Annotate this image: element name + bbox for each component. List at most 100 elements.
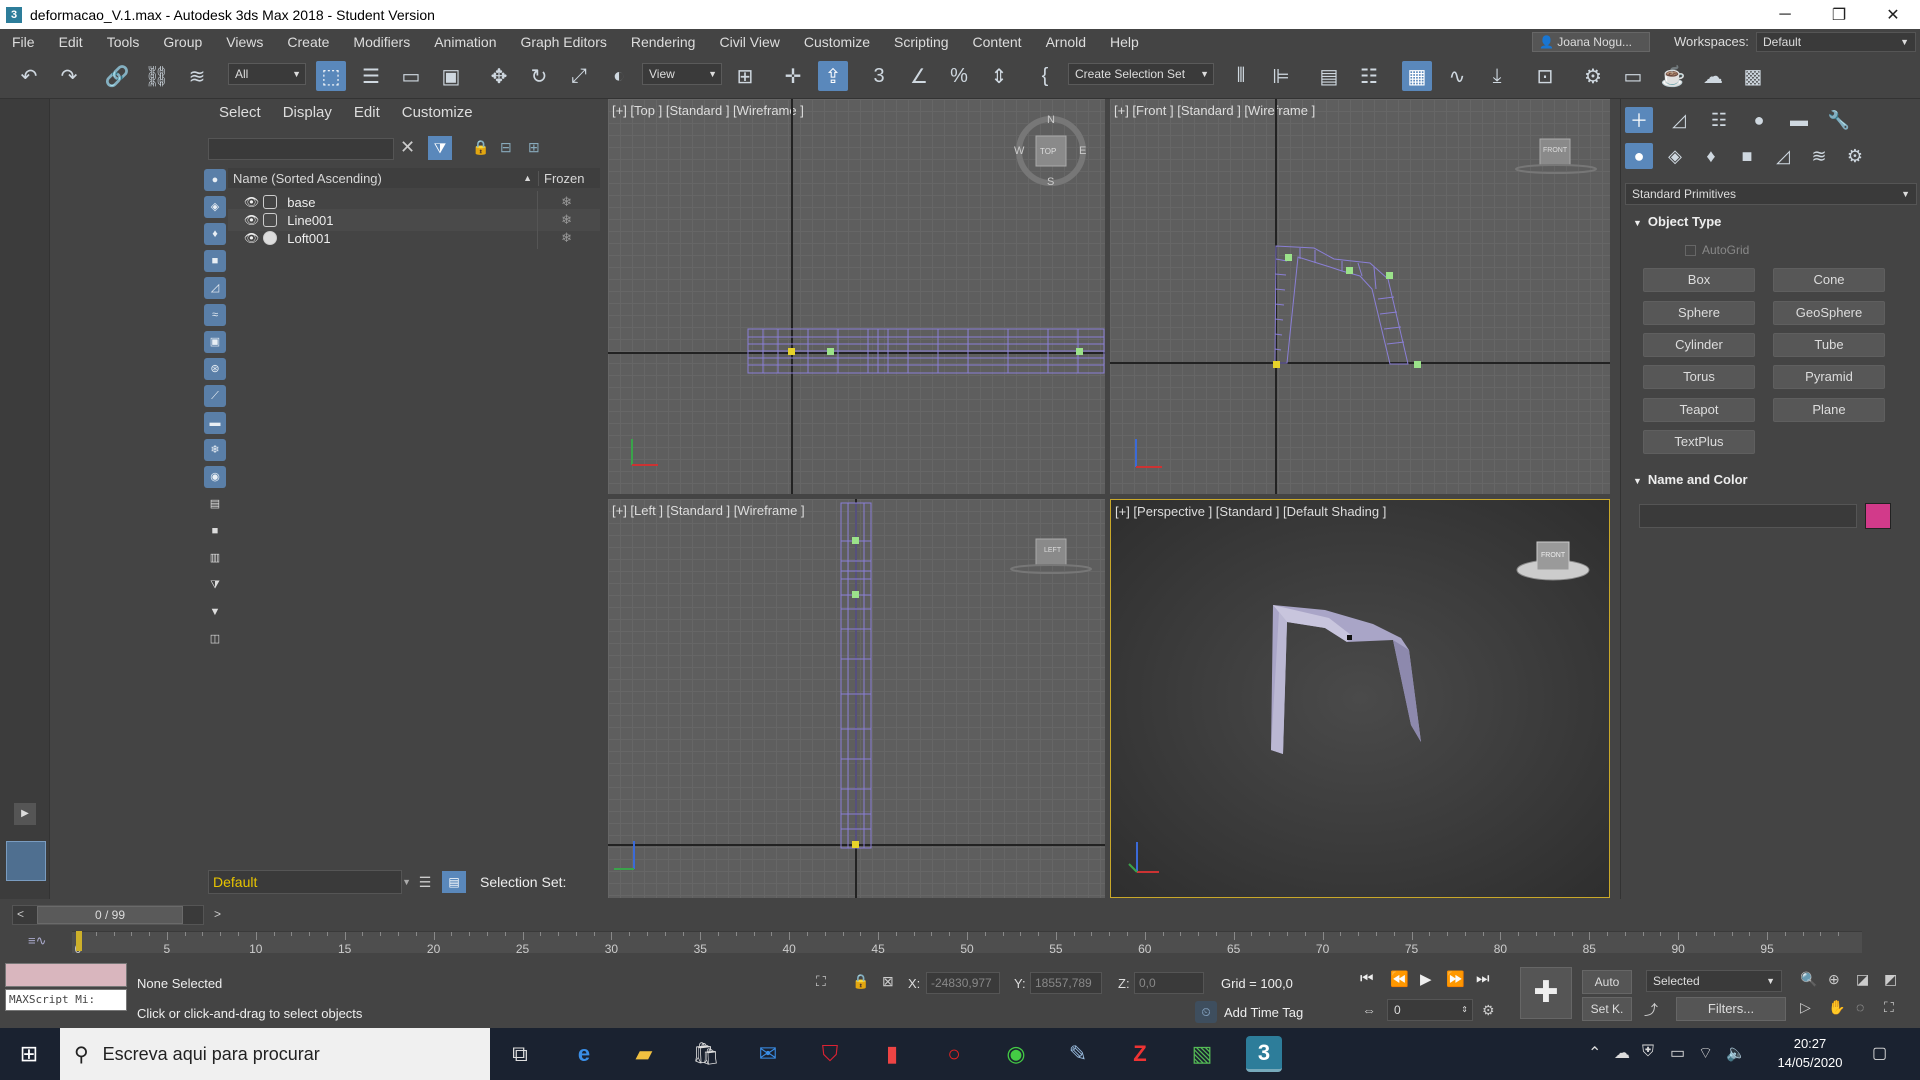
office-icon[interactable]: ▮ [874,1036,910,1072]
set-key-button[interactable]: Set K. [1582,997,1632,1021]
display-lights-icon[interactable]: ♦ [204,223,226,245]
time-configuration-icon[interactable]: ⚙ [1482,1002,1495,1019]
viewport-front[interactable]: [+] [Front ] [Standard ] [Wireframe ] FR… [1110,99,1610,494]
menu-group[interactable]: Group [151,34,214,50]
explorer-tab-edit[interactable]: Edit [354,104,380,121]
menu-help[interactable]: Help [1098,34,1151,50]
scale-icon[interactable]: ⤢ [564,61,594,91]
windows-start-icon[interactable]: ⊞ [0,1028,58,1080]
next-frame-icon[interactable]: > [214,907,221,921]
edit-named-sel-icon[interactable]: { [1030,61,1060,91]
mini-curve-editor-icon[interactable]: ≡∿ [28,933,46,949]
timeline-track[interactable]: 05101520253035404550556065707580859095 [72,931,1862,956]
cameras-category-icon[interactable]: ■ [1733,143,1761,169]
systems-category-icon[interactable]: ⚙ [1841,143,1869,169]
edge-browser-icon[interactable]: e [566,1036,602,1072]
pan-view-icon[interactable]: ✋ [1828,999,1845,1016]
time-tag-icon[interactable]: ⏲ [1195,1001,1217,1023]
filter-select-icon[interactable]: ▼ [204,601,226,623]
next-frame-icon[interactable]: ⏩ [1446,970,1465,988]
a360-gallery-icon[interactable]: ▩ [1738,61,1768,91]
toggle-scene-explorer-icon[interactable]: ▤ [1314,61,1344,91]
key-filters-button[interactable]: Filters... [1676,997,1786,1021]
display-spacewarps-icon[interactable]: ≈ [204,304,226,326]
time-slider[interactable]: < 0 / 99 > [12,905,221,925]
move-icon[interactable]: ✥ [484,61,514,91]
teapot-button[interactable]: Teapot [1643,398,1755,422]
3dsmax-app-icon[interactable]: 3 [6,6,22,23]
link-icon[interactable]: 🔗 [102,61,132,91]
spinner-icon[interactable]: ⇕ [1461,1000,1468,1020]
explorer-tab-display[interactable]: Display [283,104,332,121]
display-bones-icon[interactable]: ⟋ [204,385,226,407]
freeze-icon[interactable]: ❄ [561,212,572,228]
object-color-swatch[interactable] [1865,503,1891,529]
visibility-eye-icon[interactable]: 👁 [244,231,259,245]
cylinder-button[interactable]: Cylinder [1643,333,1755,357]
taskbar-search-box[interactable]: ⚲ Escreva aqui para procurar [60,1028,490,1080]
filter-funnel-icon[interactable]: ⧩ [204,574,226,596]
default-in-out-tangents-icon[interactable]: ⤴ [1644,1000,1658,1020]
helpers-category-icon[interactable]: ◿ [1769,143,1797,169]
display-shapes-icon[interactable]: ◈ [204,196,226,218]
rect-selection-icon[interactable]: ▭ [396,61,426,91]
display-groups-icon[interactable]: ▣ [204,331,226,353]
maxscript-mini-listener-input[interactable]: MAXScript Mi: [5,989,127,1011]
render-icon[interactable]: ☕ [1658,61,1688,91]
menu-views[interactable]: Views [214,34,275,50]
material-editor-icon[interactable]: ⊡ [1530,61,1560,91]
display-helpers-icon[interactable]: ◿ [204,277,226,299]
render-setup-icon[interactable]: ⚙ [1578,61,1608,91]
add-time-tag[interactable]: Add Time Tag [1224,1005,1303,1020]
viewcube-front[interactable]: FRONT [1543,147,1567,154]
zoom-icon[interactable]: 🔍 [1800,971,1817,988]
window-crossing-icon[interactable]: ▣ [436,61,466,91]
toggle-ribbon-icon[interactable]: ▦ [1402,61,1432,91]
curve-editor-icon[interactable]: ∿ [1442,61,1472,91]
task-view-icon[interactable]: ⧉ [502,1036,538,1072]
file-explorer-icon[interactable]: ▰ [626,1036,662,1072]
explorer-tab-select[interactable]: Select [219,104,261,121]
autogrid-checkbox[interactable]: AutoGrid [1685,243,1749,257]
previous-frame-icon[interactable]: < [17,907,24,921]
menu-file[interactable]: File [0,34,47,50]
visibility-eye-icon[interactable]: 👁 [244,195,259,209]
mirror-icon[interactable]: ⫴ [1226,61,1256,91]
explorer-tab-customize[interactable]: Customize [402,104,473,121]
spacewarps-category-icon[interactable]: ≋ [1805,143,1833,169]
store-icon[interactable]: 🛍 [688,1036,724,1072]
object-name-input[interactable] [1639,504,1857,528]
create-tab-plus-icon[interactable]: ＋ [1625,107,1653,133]
zoom-all-icon[interactable]: ⊕ [1828,971,1840,988]
hierarchy-tab-icon[interactable]: ☷ [1705,107,1733,133]
menu-modifiers[interactable]: Modifiers [341,34,422,50]
previous-frame-icon[interactable]: ⏪ [1390,970,1409,988]
display-all-icon[interactable]: ▤ [204,493,226,515]
object-type-rollout[interactable]: ▼ Object Type [1625,211,1917,233]
select-by-name-icon[interactable]: ☰ [356,61,386,91]
notifications-icon[interactable]: ▢ [1872,1043,1887,1063]
utilities-tab-icon[interactable]: 🔧 [1825,107,1853,133]
menu-tools[interactable]: Tools [95,34,152,50]
current-frame-field[interactable]: 0 ⇕ [1387,999,1473,1021]
column-name[interactable]: Name (Sorted Ascending) [228,171,523,186]
taskbar-clock[interactable]: 20:27 14/05/2020 [1760,1034,1860,1072]
menu-animation[interactable]: Animation [422,34,508,50]
selection-lock-icon[interactable]: 🔒 [852,973,869,990]
go-to-end-icon[interactable]: ⏭ [1476,970,1490,987]
restore-button[interactable]: ❐ [1812,0,1866,29]
rotate-icon[interactable]: ↻ [524,61,554,91]
rendered-frame-icon[interactable]: ▭ [1618,61,1648,91]
pivot-icon[interactable]: ⊞ [730,61,760,91]
go-to-start-icon[interactable]: ⏮ [1360,970,1374,987]
viewcube-persp[interactable]: FRONT [1541,552,1565,559]
lock-icon[interactable]: 🔒 [472,139,489,156]
maximize-viewport-icon[interactable]: ⛶ [1884,999,1894,1016]
wifi-icon[interactable]: ⌔ [1698,1043,1713,1063]
z-coord-field[interactable]: 0,0 [1134,972,1204,994]
textplus-button[interactable]: TextPlus [1643,430,1755,454]
security-icon[interactable]: ⛨ [1642,1043,1654,1061]
select-object-icon[interactable]: ⬚ [316,61,346,91]
mcafee-icon[interactable]: ⛉ [812,1036,848,1072]
filezilla-icon[interactable]: Z [1122,1036,1158,1072]
